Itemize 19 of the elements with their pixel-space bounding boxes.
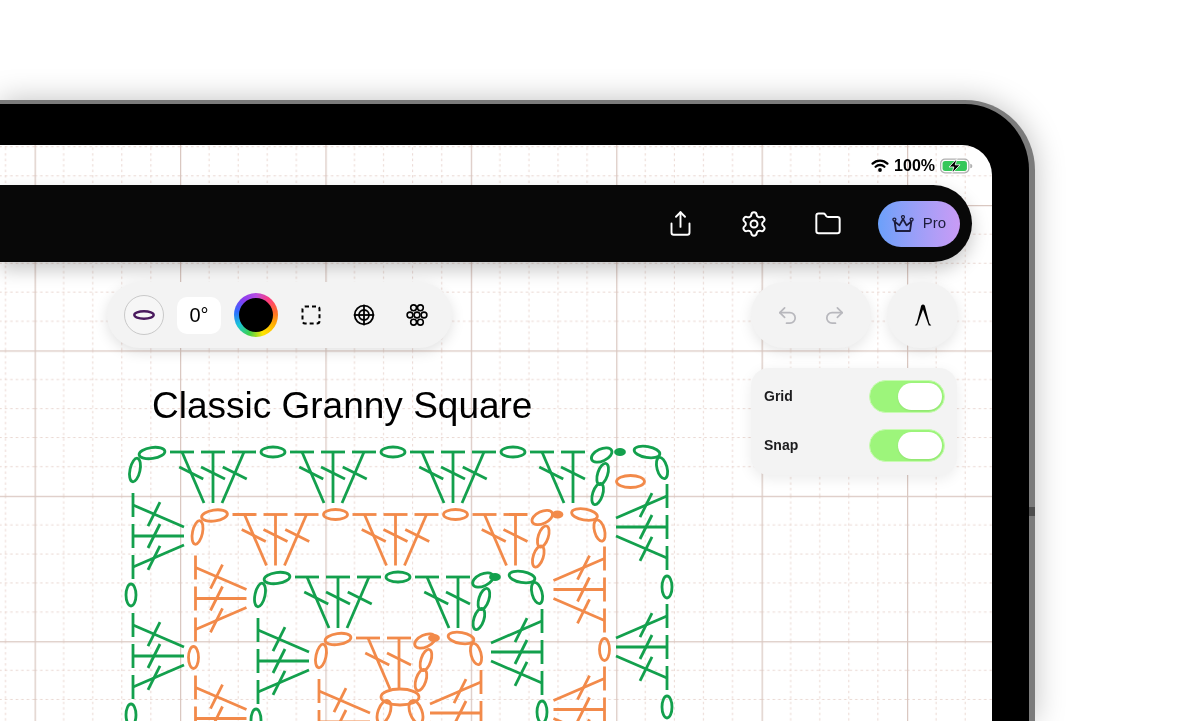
toggle-switch[interactable] [869, 429, 945, 462]
oval-icon [133, 310, 155, 320]
toggle-label: Snap [764, 436, 799, 455]
center-ring [374, 689, 426, 721]
pro-button[interactable]: Pro [878, 200, 960, 247]
toggle-label: Grid [764, 387, 793, 406]
crown-icon [891, 214, 914, 233]
frame-notch [1029, 507, 1035, 516]
compass-icon [913, 304, 932, 326]
rotation-button[interactable]: 0° [177, 296, 221, 334]
settings-icon [740, 209, 768, 238]
crosshair-icon [353, 304, 375, 326]
circle-cluster-icon [406, 304, 428, 326]
wifi-icon [871, 159, 890, 172]
dashed-square-icon [301, 305, 321, 325]
stitch-button[interactable] [124, 295, 164, 335]
battery-percentage: 100% [894, 157, 935, 174]
toggle-switch[interactable] [869, 380, 945, 413]
pattern-title: Classic Granny Square [152, 385, 533, 426]
